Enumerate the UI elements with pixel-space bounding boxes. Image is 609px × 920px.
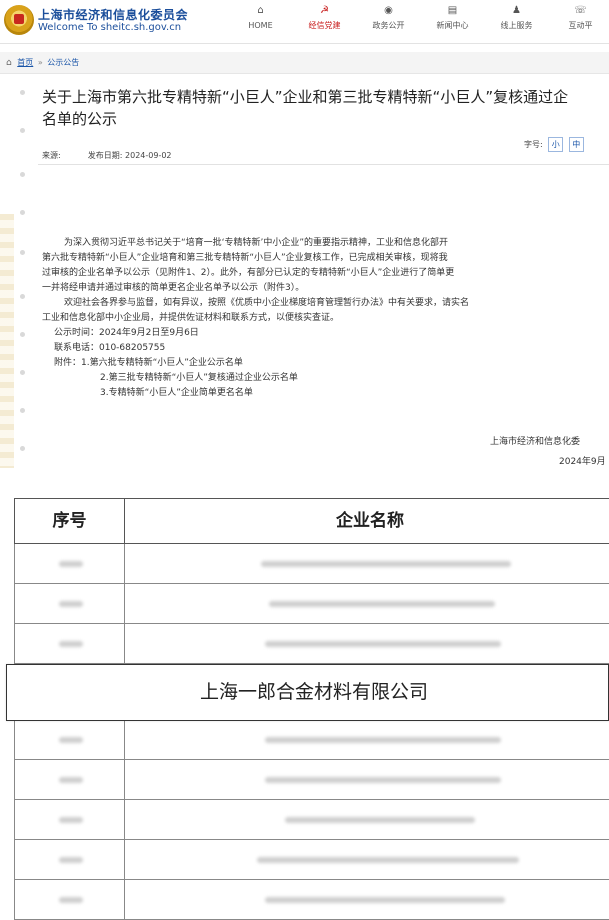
- home-icon: ⌂: [257, 5, 264, 16]
- paragraph: 欢迎社会各界参与监督，如有异议，按照《优质中小企业梯度培育管理暂行办法》中有关要…: [64, 298, 470, 308]
- signature: 上海市经济和信息化委: [490, 437, 581, 447]
- signature-date: 2024年9月: [559, 457, 606, 467]
- main-nav: ⌂ HOME ☭ 经信党建 ◉ 政务公开 ▤ 新闻中心 ♟ 线上服务 ☏ 互动平: [238, 4, 609, 42]
- blurred-text: [59, 897, 83, 903]
- paragraph: 工业和信息化部中小企业局，并提供佐证材料和联系方式，以便核实查证。: [42, 313, 340, 323]
- home-icon: ⌂: [6, 58, 12, 68]
- nav-label: 新闻中心: [436, 21, 469, 30]
- site-title[interactable]: 上海市经济和信息化委员会: [38, 6, 188, 23]
- nav-item-party-building[interactable]: ☭ 经信党建: [302, 4, 347, 42]
- phone-icon: ☏: [574, 5, 587, 16]
- party-emblem-icon: ☭: [320, 5, 329, 16]
- attachment-link-2[interactable]: 2.第三批专精特新“小巨人”复核通过企业公示名单: [42, 371, 609, 386]
- nav-label: 线上服务: [500, 21, 533, 30]
- nav-label: 经信党建: [308, 21, 341, 30]
- blurred-text: [265, 897, 505, 903]
- nav-label: HOME: [248, 21, 273, 30]
- blurred-text: [59, 817, 83, 823]
- font-medium-button[interactable]: 中: [568, 137, 584, 152]
- divider: [38, 164, 609, 165]
- user-service-icon: ♟: [512, 5, 521, 16]
- site-subtitle: Welcome To sheitc.sh.gov.cn: [38, 22, 182, 33]
- blurred-text: [59, 561, 83, 567]
- article-title: 关于上海市第六批专精特新“小巨人”企业和第三批专精特新“小巨人”复核通过企: [42, 88, 569, 106]
- breadcrumb-home-link[interactable]: 首页: [17, 58, 33, 67]
- blurred-text: [59, 777, 83, 783]
- blurred-text: [59, 857, 83, 863]
- publish-date: 发布日期: 2024-09-02: [87, 151, 172, 160]
- table-row: [14, 544, 609, 584]
- blurred-text: [257, 857, 519, 863]
- font-size-switcher: 字号: 小 中: [524, 137, 584, 152]
- blurred-text: [265, 641, 501, 647]
- attachment-link-1[interactable]: 附件：1.第六批专精特新“小巨人”企业公示名单: [42, 356, 609, 371]
- font-small-button[interactable]: 小: [548, 137, 564, 152]
- blurred-text: [265, 737, 501, 743]
- table-row: [14, 840, 609, 880]
- table-row: [14, 720, 609, 760]
- chat-bubble-icon: ◉: [384, 5, 393, 16]
- article-panel: 关于上海市第六批专精特新“小巨人”企业和第三批专精特新“小巨人”复核通过企 名单…: [0, 74, 609, 468]
- table-header: 序号 企业名称: [14, 498, 609, 544]
- site-header: 上海市经济和信息化委员会 Welcome To sheitc.sh.gov.cn…: [0, 0, 609, 44]
- blurred-text: [59, 641, 83, 647]
- paragraph: 一并将经申请并通过审核的简单更名企业名单予以公示（附件3）。: [42, 283, 305, 293]
- paragraph: 为深入贯彻习近平总书记关于“培育一批‘专精特新’中小企业”的重要指示精神，工业和…: [64, 238, 449, 248]
- government-emblem-icon[interactable]: [4, 5, 34, 35]
- publicity-period: 公示时间：2024年9月2日至9月6日: [54, 328, 199, 338]
- paragraph: 第六批专精特新“小巨人”企业培育和第三批专精特新“小巨人”企业复核工作，已完成相…: [42, 253, 448, 263]
- article-title-line2: 名单的公示: [42, 110, 118, 128]
- article-body: 为深入贯彻习近平总书记关于“培育一批‘专精特新’中小企业”的重要指示精神，工业和…: [42, 236, 609, 401]
- table-row: [14, 800, 609, 840]
- attachment-link-3[interactable]: 3.专精特新“小巨人”企业简单更名名单: [42, 386, 609, 401]
- nav-item-news-center[interactable]: ▤ 新闻中心: [430, 4, 475, 42]
- nav-item-interaction[interactable]: ☏ 互动平: [558, 4, 603, 42]
- blurred-text: [269, 601, 495, 607]
- breadcrumb-separator: »: [37, 58, 43, 67]
- table-row: [14, 624, 609, 664]
- blurred-text: [59, 601, 83, 607]
- blurred-text: [285, 817, 475, 823]
- decorative-border: [0, 214, 14, 468]
- nav-label: 政务公开: [372, 21, 405, 30]
- source-label: 来源:: [42, 151, 61, 160]
- nav-item-home[interactable]: ⌂ HOME: [238, 4, 283, 42]
- contact-phone: 联系电话：010-68205755: [54, 343, 166, 353]
- table-row: [14, 584, 609, 624]
- news-icon: ▤: [447, 5, 458, 16]
- column-header-company: 企业名称: [336, 511, 404, 531]
- paragraph: 过审核的企业名单予以公示（见附件1、2）。此外，有部分已认定的专精特新“小巨人”…: [42, 268, 455, 278]
- table-row: [14, 760, 609, 800]
- blurred-text: [261, 561, 511, 567]
- table-row: [14, 880, 609, 920]
- nav-label: 互动平: [568, 21, 593, 30]
- breadcrumb-current[interactable]: 公示公告: [47, 58, 79, 67]
- highlighted-company-row: 上海一郎合金材料有限公司: [6, 664, 609, 721]
- nav-item-online-service[interactable]: ♟ 线上服务: [494, 4, 539, 42]
- column-header-number: 序号: [15, 499, 125, 543]
- breadcrumb: ⌂ 首页 » 公示公告: [0, 52, 609, 74]
- article-meta: 来源: 发布日期: 2024-09-02: [42, 150, 172, 161]
- blurred-text: [59, 737, 83, 743]
- nav-item-government-affairs[interactable]: ◉ 政务公开: [366, 4, 411, 42]
- font-size-label: 字号:: [524, 140, 543, 149]
- blurred-text: [265, 777, 501, 783]
